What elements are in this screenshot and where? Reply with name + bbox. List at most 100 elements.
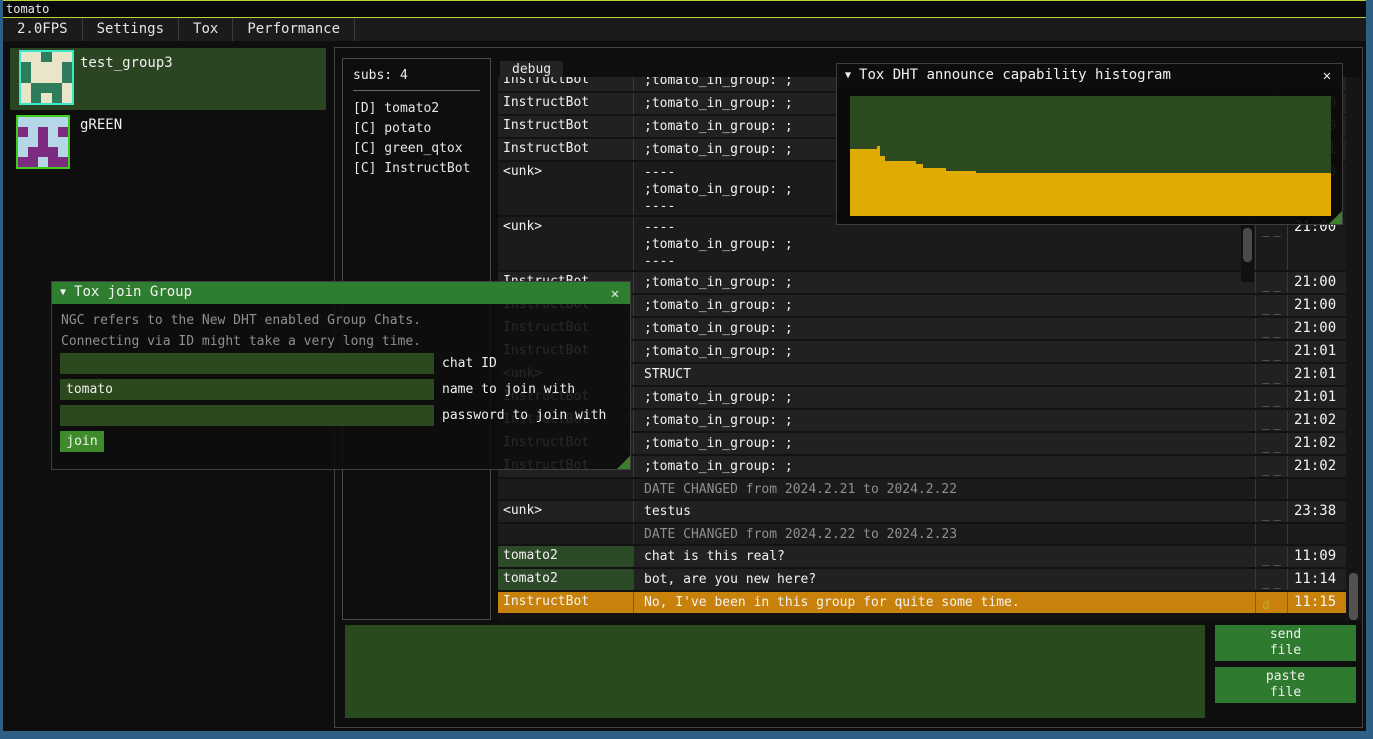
message-row[interactable]: tomato2bot, are you new here?__11:14 <box>498 569 1347 590</box>
message-text: ;tomato_in_group: ; <box>633 318 1255 339</box>
delivery-status: __ <box>1255 318 1287 339</box>
join-field-label: name to join with <box>442 379 575 400</box>
pending-mark: _ <box>1262 575 1269 589</box>
pending-mark: _ <box>1274 278 1281 292</box>
group-name: gREEN <box>80 117 122 133</box>
subs-item-InstructBot[interactable]: [C] InstructBot <box>353 159 480 179</box>
pending-mark: _ <box>1274 223 1281 237</box>
delivery-status: __ <box>1255 410 1287 431</box>
pending-mark: _ <box>1262 347 1269 361</box>
timestamp: 11:15 <box>1287 592 1340 613</box>
timestamp: 21:00 <box>1287 272 1340 293</box>
message-text: ;tomato_in_group: ; <box>633 272 1255 293</box>
dht-histogram-titlebar[interactable]: ▼ Tox DHT announce capability histogram ✕ <box>837 64 1342 88</box>
dht-histogram-window[interactable]: ▼ Tox DHT announce capability histogram ✕ <box>836 63 1343 225</box>
subs-item-tomato2[interactable]: [D] tomato2 <box>353 99 480 119</box>
message-row[interactable]: tomato2chat is this real?__11:09 <box>498 546 1347 567</box>
close-icon[interactable]: ✕ <box>606 285 624 303</box>
pending-mark: _ <box>1274 439 1281 453</box>
join-field-chat-ID[interactable] <box>60 353 434 374</box>
dht-histogram-title: Tox DHT announce capability histogram <box>859 67 1171 83</box>
delivery-status <box>1255 524 1287 544</box>
timestamp: 21:00 <box>1287 318 1340 339</box>
message-text: ;tomato_in_group: ; <box>633 387 1255 408</box>
chat-scrollbar-thumb[interactable] <box>1349 573 1358 620</box>
collapse-icon[interactable]: ▼ <box>60 287 66 298</box>
menu-item-2-0fps[interactable]: 2.0FPS <box>3 18 83 41</box>
sender-name: InstructBot <box>498 93 633 114</box>
window-titlebar[interactable]: tomato <box>0 0 1373 18</box>
join-group-window[interactable]: ▼Tox join Group ✕ NGC refers to the New … <box>51 281 631 470</box>
join-field-password-to-join-with[interactable] <box>60 405 434 426</box>
delivered-mark: d <box>1262 598 1269 612</box>
timestamp: 21:02 <box>1287 410 1340 431</box>
delivery-status: __ <box>1255 456 1287 477</box>
app-screen: tomato 2.0FPSSettingsToxPerformance test… <box>0 0 1373 739</box>
histogram-bar <box>946 171 976 216</box>
sender-name: <unk> <box>498 501 633 522</box>
sender-name: InstructBot <box>498 139 633 160</box>
group-avatar <box>16 115 70 169</box>
histogram-bar <box>923 168 946 216</box>
sender-name: <unk> <box>498 162 633 215</box>
menu-item-settings[interactable]: Settings <box>83 18 179 41</box>
pending-mark: _ <box>1274 552 1281 566</box>
system-row[interactable]: DATE CHANGED from 2024.2.22 to 2024.2.23 <box>498 524 1347 544</box>
message-text: testus <box>633 501 1255 522</box>
group-name: test_group3 <box>80 55 173 71</box>
pending-mark: _ <box>1262 439 1269 453</box>
paste-file-button[interactable]: paste file <box>1215 667 1356 703</box>
message-row[interactable]: <unk>testus__23:38 <box>498 501 1347 522</box>
delivery-status: __ <box>1255 569 1287 590</box>
histogram-bar <box>976 173 1331 216</box>
send-file-button[interactable]: send file <box>1215 625 1356 661</box>
message-text: ;tomato_in_group: ; <box>633 341 1255 362</box>
message-input[interactable] <box>345 625 1205 718</box>
resize-grip-icon[interactable] <box>1329 211 1342 224</box>
sender-name: InstructBot <box>498 77 633 91</box>
timestamp: 23:38 <box>1287 501 1340 522</box>
close-icon[interactable]: ✕ <box>1318 67 1336 85</box>
menu-item-performance[interactable]: Performance <box>233 18 355 41</box>
message-text: ;tomato_in_group: ; <box>633 295 1255 316</box>
histogram-bar <box>850 149 877 216</box>
resize-grip-icon[interactable] <box>617 456 630 469</box>
join-group-titlebar[interactable]: ▼ Tox join Group ✕ <box>52 282 630 304</box>
sender-name: tomato2 <box>498 546 633 567</box>
delivery-status: __ <box>1255 501 1287 522</box>
delivery-status: __ <box>1255 433 1287 454</box>
pending-mark: _ <box>1274 301 1281 315</box>
sender-name: InstructBot <box>498 592 633 613</box>
delivery-status: __ <box>1255 364 1287 385</box>
join-field-name-to-join-with[interactable] <box>60 379 434 400</box>
subs-item-potato[interactable]: [C] potato <box>353 119 480 139</box>
sender-name <box>498 479 633 499</box>
join-info-line: Connecting via ID might take a very long… <box>61 334 421 349</box>
pending-mark: _ <box>1262 278 1269 292</box>
timestamp: 11:09 <box>1287 546 1340 567</box>
delivery-status: __ <box>1255 387 1287 408</box>
message-scrollbar-thumb[interactable] <box>1243 228 1252 262</box>
timestamp <box>1287 524 1340 544</box>
system-row[interactable]: DATE CHANGED from 2024.2.21 to 2024.2.22 <box>498 479 1347 499</box>
message-text: DATE CHANGED from 2024.2.22 to 2024.2.23 <box>633 524 1255 544</box>
delivery-status: d_ <box>1255 592 1287 613</box>
join-group-title: Tox join Group <box>74 284 192 300</box>
chat-scrollbar-track[interactable] <box>1346 77 1361 621</box>
menu-item-tox[interactable]: Tox <box>179 18 233 41</box>
subs-item-green_qtox[interactable]: [C] green_qtox <box>353 139 480 159</box>
pending-mark: _ <box>1262 552 1269 566</box>
sender-name: <unk> <box>498 217 633 270</box>
message-row[interactable]: InstructBotNo, I've been in this group f… <box>498 592 1347 613</box>
histogram-bar <box>916 164 923 216</box>
pending-mark: _ <box>1274 507 1281 521</box>
menubar: 2.0FPSSettingsToxPerformance <box>3 18 1366 41</box>
timestamp: 21:02 <box>1287 433 1340 454</box>
join-button[interactable]: join <box>60 431 104 452</box>
collapse-icon[interactable]: ▼ <box>845 70 851 81</box>
timestamp: 21:00 <box>1287 295 1340 316</box>
message-text: bot, are you new here? <box>633 569 1255 590</box>
sender-name <box>498 524 633 544</box>
message-text: DATE CHANGED from 2024.2.21 to 2024.2.22 <box>633 479 1255 499</box>
delivery-status: __ <box>1255 272 1287 293</box>
